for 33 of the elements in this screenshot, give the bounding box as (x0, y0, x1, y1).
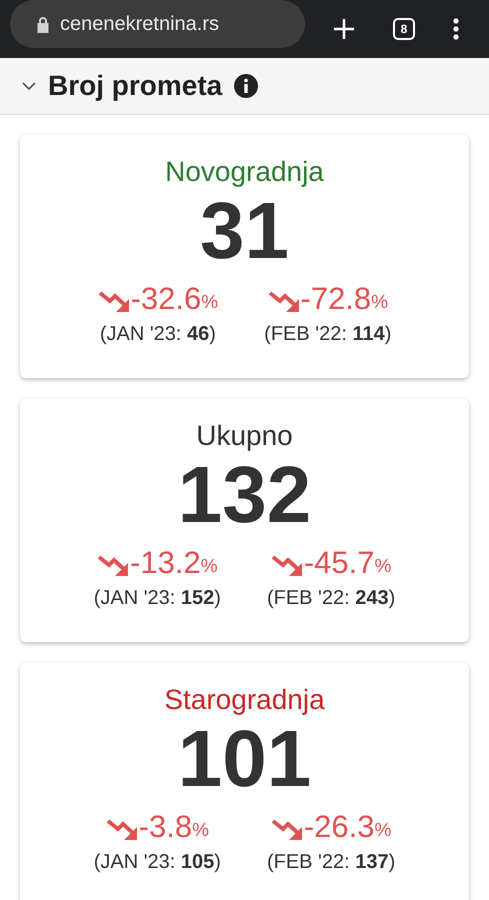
address-bar[interactable]: cenenekretnina.rs (10, 0, 305, 48)
comparison-text: (FEB '22: 137) (266, 850, 396, 875)
percent-unit: % (374, 555, 392, 579)
new-tab-icon[interactable] (333, 18, 355, 40)
card-title: Novogradnja (165, 155, 324, 189)
count-value: 132 (178, 453, 312, 537)
section-title: Broj prometa (48, 69, 222, 103)
percent-unit: % (192, 819, 209, 843)
lock-icon (36, 16, 50, 32)
count-value: 101 (178, 717, 312, 801)
count-value: 31 (200, 189, 289, 273)
change-percent: -26.3 (304, 809, 374, 845)
change-percent: -13.2 (130, 545, 201, 581)
tab-count[interactable]: 8 (393, 18, 415, 40)
change-percent: -72.8 (300, 281, 372, 317)
comparison-text: (JAN '23: 152) (94, 586, 221, 611)
change-percent: -45.7 (304, 545, 374, 581)
menu-icon[interactable] (453, 18, 459, 40)
comparison-text: (JAN '23: 105) (94, 850, 221, 875)
comparison-text: (JAN '23: 46) (100, 322, 216, 347)
card-title: Starogradnja (164, 683, 325, 717)
percent-unit: % (200, 555, 218, 579)
card-title: Ukupno (196, 419, 293, 453)
change-percent: -3.8 (138, 809, 192, 845)
url-text: cenenekretnina.rs (60, 12, 219, 37)
percent-unit: % (374, 819, 392, 843)
percent-unit: % (201, 291, 218, 315)
info-icon[interactable] (234, 74, 258, 98)
percent-unit: % (371, 291, 388, 315)
comparison-text: (FEB '22: 243) (266, 586, 396, 611)
change-percent: -32.6 (130, 281, 202, 317)
comparison-text: (FEB '22: 114) (264, 322, 392, 347)
section-header[interactable]: Broj prometa (0, 58, 489, 115)
